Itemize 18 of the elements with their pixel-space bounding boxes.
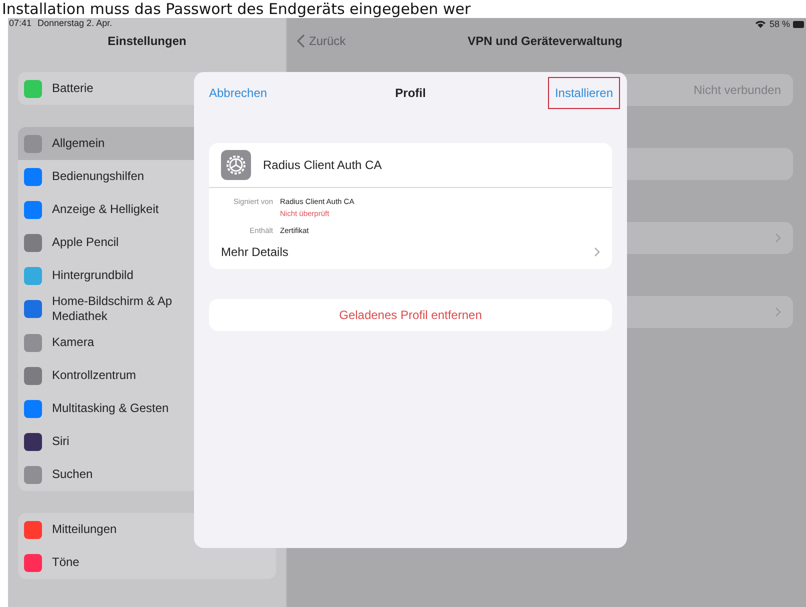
sidebar-title: Einstellungen [106, 33, 188, 50]
back-chevron-icon [297, 34, 305, 48]
chevron-icon [775, 307, 781, 317]
status-time: 07:41 [9, 18, 32, 30]
battery-icon [793, 20, 805, 28]
gear-icon [221, 150, 251, 180]
battery-percent: 58 % [769, 19, 790, 29]
page-title: VPN und Geräteverwaltung [468, 34, 622, 48]
sidebar-item[interactable]: Töne [18, 546, 276, 579]
chevron-icon [775, 233, 781, 243]
profile-name: Radius Client Auth CA [263, 158, 382, 172]
status-date: Donnerstag 2. Apr. [38, 18, 112, 30]
more-details-row[interactable]: Mehr Details [209, 235, 612, 269]
caption-text: Installation muss das Passwort des Endgeräts eingegeben wer [1, 0, 472, 18]
remove-profile-button[interactable]: Geladenes Profil entfernen [209, 299, 612, 331]
chevron-icon [594, 247, 600, 257]
sheet-title: Profil [395, 86, 426, 100]
wifi-icon [755, 20, 766, 28]
